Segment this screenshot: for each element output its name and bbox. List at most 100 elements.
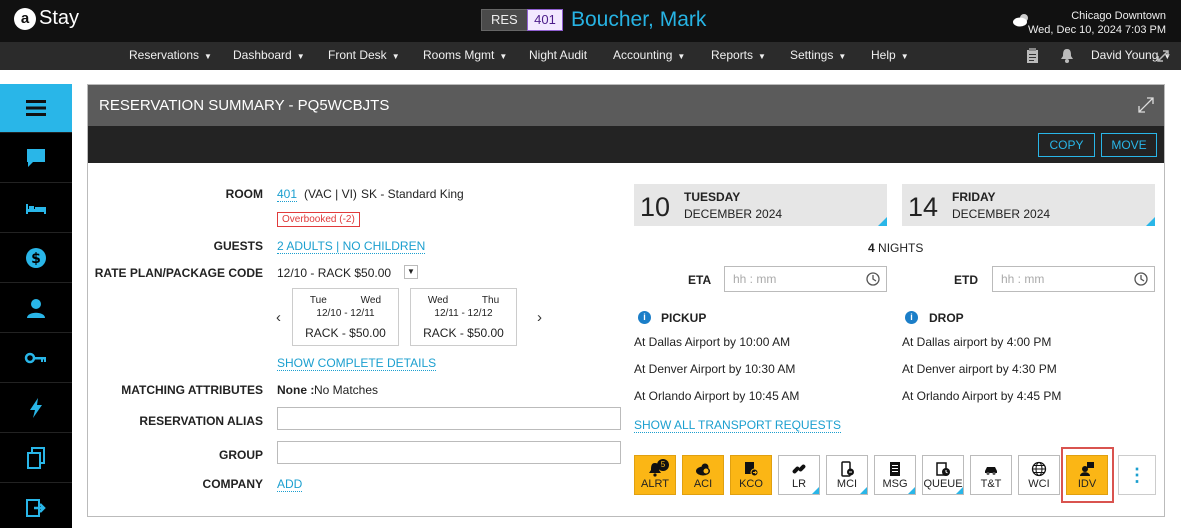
company-add-link[interactable]: ADD [277, 477, 303, 492]
checkout-doc-icon [745, 462, 759, 477]
kebab-icon: ⋮ [1128, 465, 1146, 485]
lr-button[interactable]: LR [778, 455, 820, 495]
rate-plan-dropdown[interactable]: ▼ [404, 265, 418, 279]
menu-front-desk[interactable]: Front Desk ▼ [328, 48, 400, 62]
menu-help[interactable]: Help ▼ [871, 48, 909, 62]
bed-icon [26, 204, 46, 214]
corner-marker [878, 217, 887, 226]
logo-text: Stay [39, 7, 80, 29]
menu-label: Settings [790, 48, 834, 62]
eta-placeholder: hh : mm [733, 272, 777, 286]
guests-link[interactable]: 2 ADULTS | NO CHILDREN [277, 239, 426, 254]
wci-button[interactable]: WCI [1018, 455, 1060, 495]
menu-settings[interactable]: Settings ▼ [790, 48, 846, 62]
room-number-link[interactable]: 401 [277, 187, 298, 202]
cloud-checkin-icon [696, 463, 710, 476]
reservation-summary-panel: RESERVATION SUMMARY - PQ5WCBJTS COPY MOV… [87, 84, 1165, 517]
show-complete-details-link[interactable]: SHOW COMPLETE DETAILS [277, 356, 437, 371]
lightning-icon [30, 398, 42, 418]
bell-icon[interactable] [1060, 48, 1074, 63]
show-all-transport-link[interactable]: SHOW ALL TRANSPORT REQUESTS [634, 418, 841, 433]
rate-dates: 12/10 - 12/11 [316, 308, 375, 319]
app-logo[interactable]: a Stay [14, 7, 79, 30]
user-name: David Young [1091, 48, 1159, 62]
clock-icon [866, 272, 880, 286]
eta-label: ETA [688, 273, 712, 287]
chevron-down-icon: ▼ [900, 52, 909, 61]
sidebar-item-billing[interactable]: $ [0, 234, 72, 283]
etd-label: ETD [954, 273, 978, 287]
kco-button[interactable]: KCO [730, 455, 772, 495]
panel-action-bar: COPY MOVE [88, 126, 1164, 163]
info-icon[interactable]: i [905, 311, 918, 324]
location-block: Chicago Downtown Wed, Dec 10, 2024 7:03 … [1028, 9, 1166, 37]
drop-item: At Orlando Airport by 4:45 PM [902, 389, 1062, 403]
action-label: T&T [980, 478, 1002, 490]
rate-prev-arrow[interactable]: ‹ [276, 309, 281, 326]
menu-label: Help [871, 48, 896, 62]
drop-item: At Denver airport by 4:30 PM [902, 362, 1057, 376]
matching-value: No Matches [314, 383, 379, 397]
logo-mark: a [14, 7, 36, 30]
departure-date-box[interactable]: 14 FRIDAY DECEMBER 2024 [902, 184, 1155, 226]
svg-text:$: $ [31, 251, 41, 267]
info-icon[interactable]: i [638, 311, 651, 324]
rate-card[interactable]: Wed Thu 12/11 - 12/12 RACK - $50.00 [410, 288, 517, 346]
room-badge[interactable]: 401 [527, 9, 563, 31]
fullscreen-icon[interactable] [1138, 97, 1154, 113]
menu-label: Accounting [613, 48, 673, 62]
company-label: COMPANY [202, 477, 263, 491]
queue-icon [936, 462, 950, 476]
sidebar-item-quick-actions[interactable] [0, 384, 72, 433]
dollar-icon: $ [26, 248, 46, 268]
sidebar-item-rooms[interactable] [0, 184, 72, 233]
pickup-label: PICKUP [661, 311, 707, 325]
group-input[interactable] [277, 441, 621, 464]
etd-input[interactable]: hh : mm [992, 266, 1155, 292]
nights-number: 4 [868, 241, 875, 255]
tt-button[interactable]: T&T [970, 455, 1012, 495]
sidebar-item-documents[interactable] [0, 434, 72, 483]
action-label: ACI [693, 478, 713, 490]
queue-button[interactable]: QUEUE [922, 455, 964, 495]
aci-button[interactable]: ACI [682, 455, 724, 495]
menu-accounting[interactable]: Accounting ▼ [613, 48, 685, 62]
globe-icon [1031, 461, 1047, 477]
corner-marker [908, 487, 915, 494]
sidebar-item-checkout[interactable] [0, 484, 72, 528]
mci-button[interactable]: MCI [826, 455, 868, 495]
copy-button[interactable]: COPY [1038, 133, 1095, 157]
chat-icon [27, 149, 45, 167]
move-button[interactable]: MOVE [1101, 133, 1157, 157]
sidebar-item-messages[interactable] [0, 134, 72, 183]
idv-highlight-frame [1061, 447, 1114, 503]
arrival-date-box[interactable]: 10 TUESDAY DECEMBER 2024 [634, 184, 887, 226]
rate-day-start: Tue [309, 295, 327, 306]
sidebar-item-keys[interactable] [0, 334, 72, 383]
rate-card[interactable]: Tue Wed 12/10 - 12/11 RACK - $50.00 [292, 288, 399, 346]
clipboard-icon[interactable] [1026, 48, 1039, 63]
eta-input[interactable]: hh : mm [724, 266, 887, 292]
rate-plan-value: 12/10 - RACK $50.00 [277, 266, 392, 280]
chevron-down-icon: ▼ [499, 52, 508, 61]
arrival-month: DECEMBER 2024 [684, 207, 783, 221]
menu-dashboard[interactable]: Dashboard ▼ [233, 48, 305, 62]
rate-next-arrow[interactable]: › [537, 309, 542, 326]
guest-name[interactable]: Boucher, Mark [571, 8, 706, 32]
menu-night-audit[interactable]: Night Audit [529, 48, 587, 62]
msg-button[interactable]: MSG [874, 455, 916, 495]
location-name: Chicago Downtown [1071, 10, 1166, 22]
more-actions-button[interactable]: ⋮ [1118, 455, 1156, 495]
sidebar-item-guest[interactable] [0, 284, 72, 333]
expand-icon[interactable] [1157, 50, 1169, 62]
reservation-alias-input[interactable] [277, 407, 621, 430]
alrt-button[interactable]: 5 ALRT [634, 455, 676, 495]
menu-reports[interactable]: Reports ▼ [711, 48, 766, 62]
corner-marker [812, 487, 819, 494]
menu-rooms-mgmt[interactable]: Rooms Mgmt ▼ [423, 48, 507, 62]
overbooked-badge: Overbooked (-2) [277, 212, 360, 227]
current-datetime: Wed, Dec 10, 2024 7:03 PM [1028, 24, 1166, 36]
menu-reservations[interactable]: Reservations ▼ [129, 48, 212, 62]
link-icon [792, 464, 806, 474]
sidebar-item-menu[interactable] [0, 84, 72, 133]
